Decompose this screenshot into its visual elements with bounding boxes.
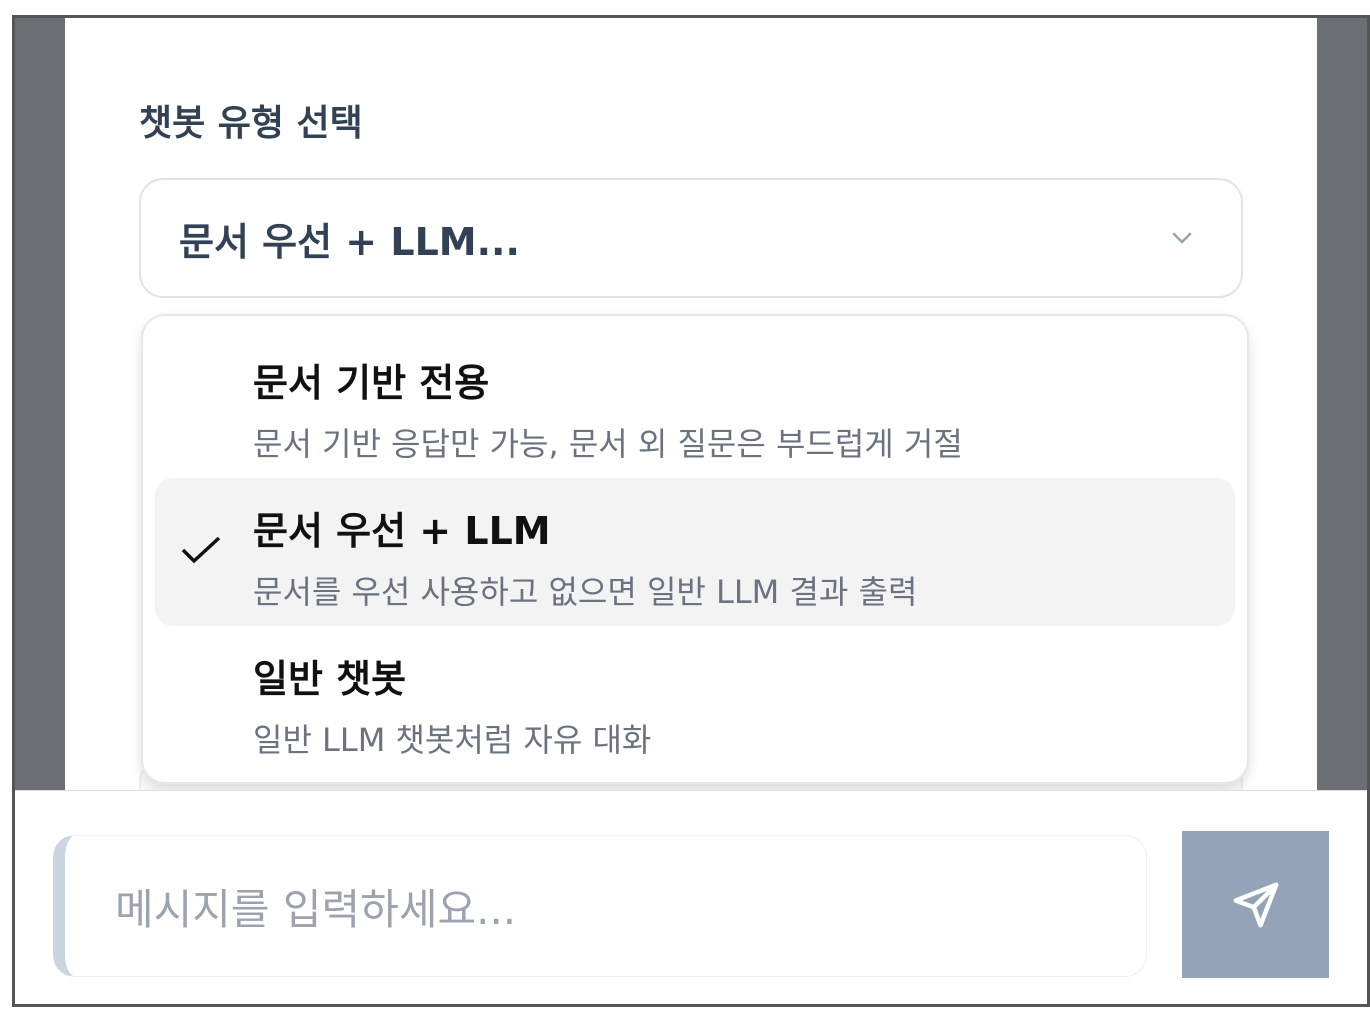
option-label: 문서 기반 전용 (253, 361, 490, 405)
option-doc-first-llm[interactable]: 문서 우선 + LLM 문서를 우선 사용하고 없으면 일반 LLM 결과 출력 (155, 478, 1235, 626)
option-doc-only[interactable]: 문서 기반 전용 문서 기반 응답만 가능, 문서 외 질문은 부드럽게 거절 (155, 330, 1235, 478)
settings-panel: 챗봇 유형 선택 문서 우선 + LLM... 문서 기반 전용 문서 기반 응… (65, 18, 1317, 818)
select-value: 문서 우선 + LLM... (179, 219, 520, 264)
option-description: 일반 LLM 챗봇처럼 자유 대화 (253, 721, 652, 759)
send-icon (1233, 882, 1278, 927)
option-description: 문서를 우선 사용하고 없으면 일반 LLM 결과 출력 (253, 573, 918, 611)
chatbot-type-select[interactable]: 문서 우선 + LLM... (139, 178, 1243, 298)
option-label: 문서 우선 + LLM (253, 509, 551, 553)
check-icon (181, 536, 221, 564)
section-title: 챗봇 유형 선택 (139, 103, 363, 144)
option-general-chatbot[interactable]: 일반 챗봇 일반 LLM 챗봇처럼 자유 대화 (155, 626, 1235, 774)
message-input[interactable]: 메시지를 입력하세요... (53, 835, 1147, 977)
option-label: 일반 챗봇 (253, 657, 407, 701)
app-frame: 챗봇 유형 선택 문서 우선 + LLM... 문서 기반 전용 문서 기반 응… (12, 15, 1370, 1007)
send-button[interactable] (1182, 831, 1329, 978)
message-composer: 메시지를 입력하세요... (15, 790, 1367, 1004)
message-placeholder: 메시지를 입력하세요... (115, 884, 517, 934)
chatbot-type-dropdown: 문서 기반 전용 문서 기반 응답만 가능, 문서 외 질문은 부드럽게 거절 … (141, 314, 1249, 784)
option-description: 문서 기반 응답만 가능, 문서 외 질문은 부드럽게 거절 (253, 425, 963, 463)
chevron-down-icon (1172, 232, 1192, 244)
